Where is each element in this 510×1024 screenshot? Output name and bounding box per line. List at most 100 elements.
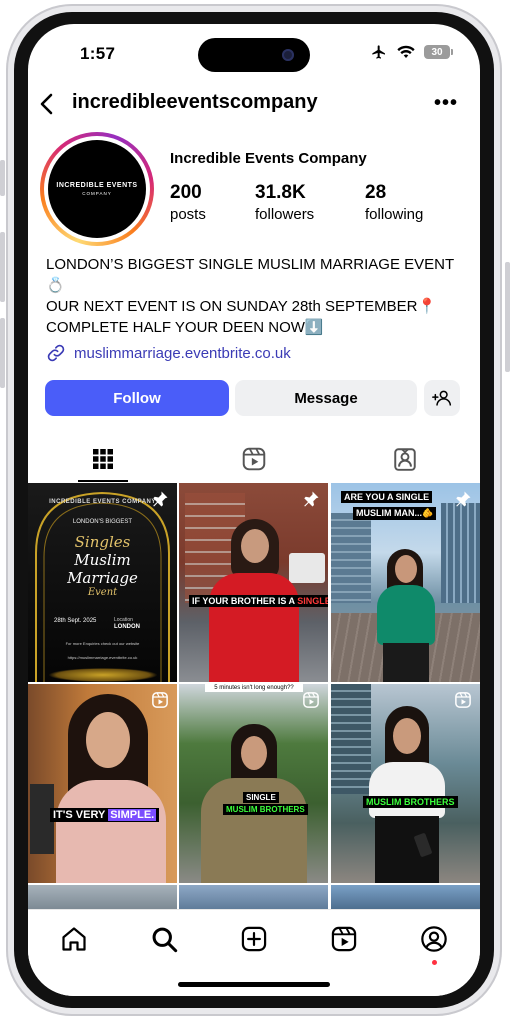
- poster-title: Singles Muslim Marriage Event: [28, 533, 177, 598]
- side-button-action: [0, 160, 5, 196]
- posts-grid: INCREDIBLE EVENTS COMPANY LONDON'S BIGGE…: [28, 483, 480, 909]
- side-button-power: [505, 262, 510, 372]
- person-face: [241, 529, 269, 563]
- follow-button[interactable]: Follow: [45, 380, 229, 416]
- nav-create[interactable]: [234, 924, 274, 954]
- nav-profile[interactable]: [414, 924, 454, 954]
- profile-full-name: Incredible Events Company: [170, 150, 367, 167]
- profile-bio: LONDON’S BIGGEST SINGLE MUSLIM MARRIAGE …: [46, 254, 466, 338]
- post-caption: MUSLIM BROTHERS: [363, 796, 458, 808]
- link-icon: [47, 344, 65, 362]
- van: [289, 553, 325, 583]
- nav-search[interactable]: [144, 924, 184, 954]
- side-button-volume-up: [0, 232, 5, 302]
- wifi-icon: [397, 45, 415, 58]
- status-time: 1:57: [80, 44, 116, 63]
- person-skirt: [383, 643, 429, 682]
- building-left: [331, 513, 371, 603]
- pinned-icon: [153, 491, 168, 507]
- grid-post[interactable]: [331, 885, 480, 909]
- grid-post[interactable]: MUSLIM BROTHERS: [331, 684, 480, 883]
- home-indicator[interactable]: [178, 982, 330, 987]
- reel-icon: [152, 692, 168, 708]
- stat-value: 31.8K: [255, 182, 306, 203]
- reel-icon: [455, 692, 471, 708]
- back-arrow-icon[interactable]: [36, 92, 58, 116]
- reel-icon: [303, 692, 319, 708]
- tab-tagged[interactable]: [330, 436, 480, 482]
- stat-posts[interactable]: 200 posts: [170, 182, 206, 223]
- building-right: [441, 503, 480, 603]
- poster-note: For more Enquiries check out our website: [65, 641, 140, 646]
- reels-icon: [242, 447, 266, 471]
- avatar-story-ring[interactable]: INCREDIBLE EVENTS COMPANY: [40, 132, 154, 246]
- pinned-icon: [456, 491, 471, 507]
- add-user-button[interactable]: [424, 380, 460, 416]
- poster-title-line: Muslim: [74, 551, 131, 569]
- message-button[interactable]: Message: [235, 380, 417, 416]
- stat-label: posts: [170, 206, 206, 223]
- grid-post[interactable]: [28, 885, 177, 909]
- front-camera: [282, 49, 294, 61]
- profile-icon: [421, 926, 447, 952]
- tab-reels[interactable]: [179, 436, 329, 482]
- grid-post[interactable]: IT'S VERY SIMPLE.: [28, 684, 177, 883]
- reels-icon: [331, 926, 357, 952]
- tagged-icon: [394, 448, 416, 471]
- grid-post[interactable]: ARE YOU A SINGLE MUSLIM MAN...🫵: [331, 483, 480, 682]
- status-bar: 1:57 30: [28, 24, 480, 80]
- poster-date: 28th Sept. 2025: [54, 618, 97, 624]
- stat-followers[interactable]: 31.8K followers: [255, 182, 314, 223]
- grid-icon: [93, 449, 113, 469]
- person-top: [56, 780, 166, 883]
- post-caption-line: MUSLIM MAN...🫵: [353, 507, 437, 520]
- stat-label: followers: [255, 206, 315, 223]
- poster-kicker: LONDON'S BIGGEST: [72, 519, 133, 525]
- caption-highlight: SINGLE MUSLIM...: [297, 596, 328, 606]
- active-tab-indicator: [78, 480, 128, 482]
- grid-post[interactable]: IF YOUR BROTHER IS A SINGLE MUSLIM...: [179, 483, 328, 682]
- profile-link[interactable]: muslimmarriage.eventbrite.co.uk: [46, 343, 291, 363]
- bio-line: LONDON’S BIGGEST SINGLE MUSLIM MARRIAGE …: [46, 256, 455, 294]
- add-post-icon: [241, 926, 267, 952]
- poster-url: https://muslimmarriage.eventbrite.co.uk: [67, 655, 138, 660]
- tab-posts-grid[interactable]: [28, 436, 178, 482]
- nav-home[interactable]: [54, 924, 94, 954]
- grid-post[interactable]: [179, 885, 328, 909]
- profile-tabs: [28, 436, 480, 482]
- notification-dot: [432, 960, 437, 965]
- nav-reels[interactable]: [324, 924, 364, 954]
- search-icon: [152, 927, 178, 953]
- profile-header: incredibleeventscompany •••: [28, 86, 480, 122]
- avatar: INCREDIBLE EVENTS COMPANY: [48, 140, 146, 238]
- airplane-icon: [372, 45, 385, 59]
- stat-value: 200: [170, 182, 202, 203]
- person-face: [241, 736, 267, 770]
- person-red-top: [209, 573, 299, 682]
- add-user-icon: [432, 390, 452, 406]
- avatar-gap: INCREDIBLE EVENTS COMPANY: [44, 136, 150, 242]
- grid-post[interactable]: INCREDIBLE EVENTS COMPANY LONDON'S BIGGE…: [28, 483, 177, 682]
- person-white-top: [369, 762, 445, 818]
- caption-text: IT'S VERY: [53, 809, 109, 821]
- caption-highlight: SIMPLE.: [108, 809, 157, 821]
- dynamic-island: [198, 38, 310, 72]
- avatar-logo-subtext: COMPANY: [82, 191, 112, 196]
- person-face: [86, 712, 130, 768]
- poster-location: LONDON: [114, 624, 140, 630]
- poster-location-label: Location: [114, 617, 133, 623]
- battery-icon: 30: [424, 45, 453, 59]
- stat-following[interactable]: 28 following: [365, 182, 423, 223]
- poster-title-line: Singles: [74, 533, 131, 551]
- building-left: [331, 684, 371, 794]
- status-icons: 30: [370, 44, 453, 60]
- poster-title-line: Event: [87, 587, 118, 598]
- grid-post[interactable]: 5 minutes isn't long enough?? SINGLE MUS…: [179, 684, 328, 883]
- caption-text: IF YOUR BROTHER IS A: [192, 596, 298, 606]
- post-caption: IF YOUR BROTHER IS A SINGLE MUSLIM...: [189, 595, 328, 607]
- post-top-text: 5 minutes isn't long enough??: [205, 684, 303, 692]
- pinned-icon: [304, 491, 319, 507]
- poster-flowers: [48, 668, 158, 682]
- more-options-icon[interactable]: •••: [434, 92, 458, 115]
- poster-title-line: Marriage: [67, 569, 138, 587]
